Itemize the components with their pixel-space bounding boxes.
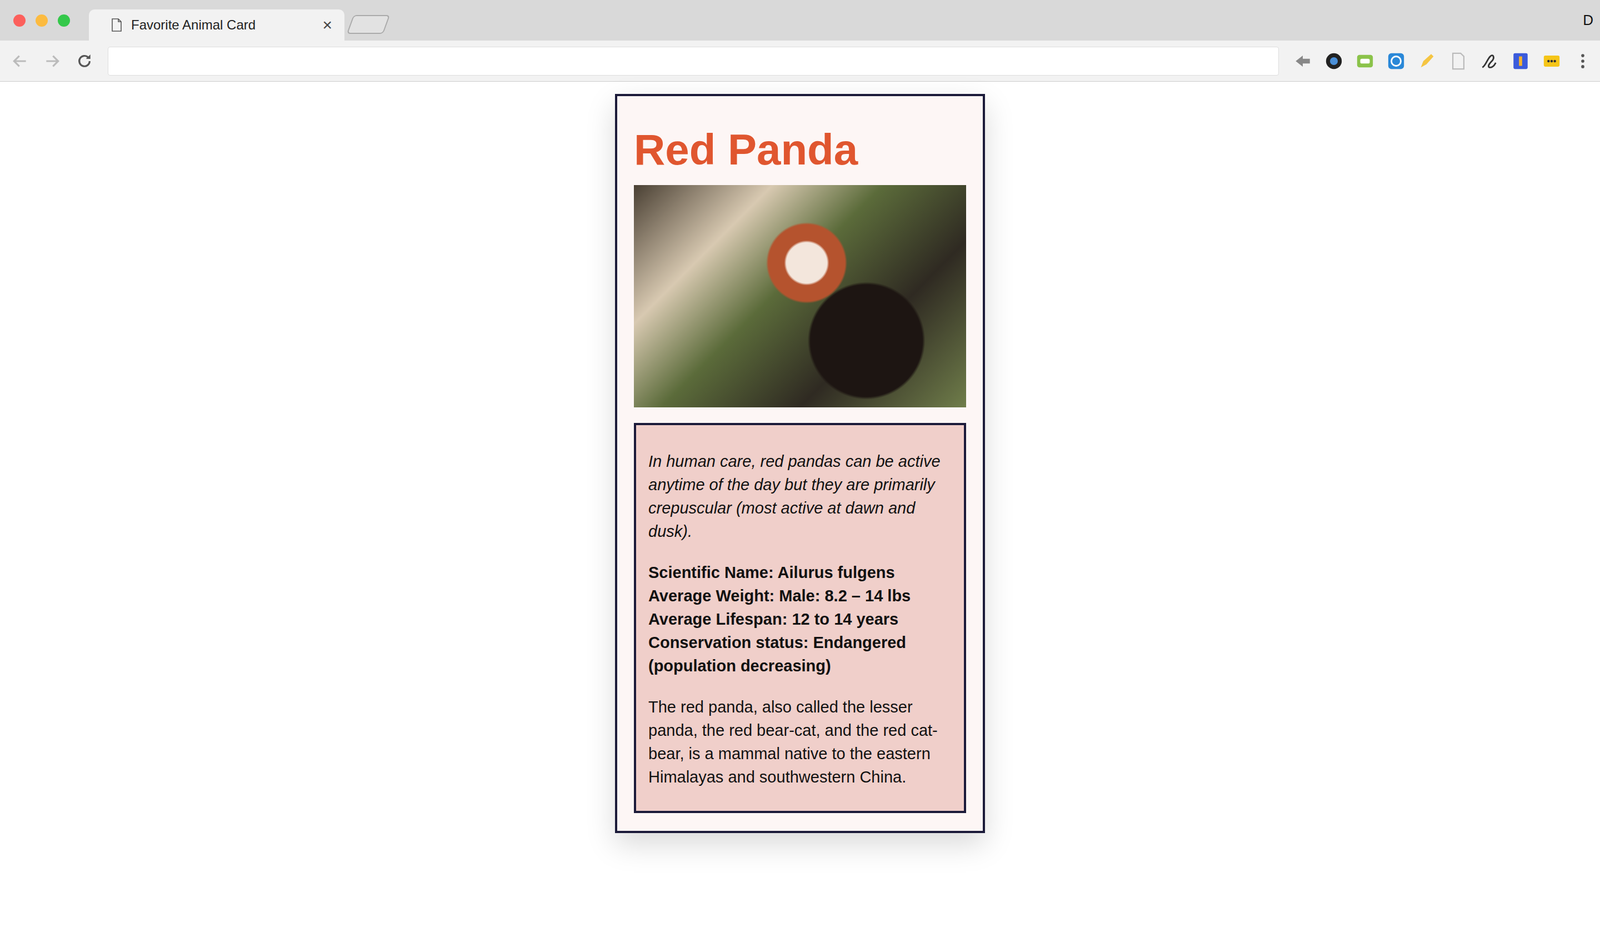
red-panda-photo (633, 185, 967, 408)
compass-icon[interactable] (1386, 51, 1406, 71)
fact-item: Scientific Name: Ailurus fulgens (648, 560, 952, 584)
reload-icon[interactable] (75, 52, 94, 70)
password-icon[interactable] (1542, 51, 1562, 71)
back-arrow-icon[interactable] (11, 52, 29, 70)
toolbar (0, 40, 1600, 82)
share-arrow-icon[interactable] (1293, 51, 1313, 71)
fact-item: Average Lifespan: 12 to 14 years (648, 607, 952, 631)
signature-icon[interactable] (1480, 51, 1499, 71)
pencil-icon[interactable] (1417, 51, 1437, 71)
card-description: The red panda, also called the lesser pa… (648, 695, 952, 789)
browser-window: Favorite Animal Card × D Red Panda In hu… (0, 0, 1600, 927)
close-window-icon[interactable] (13, 14, 26, 27)
window-controls (0, 14, 80, 27)
animal-card: Red Panda In human care, red pandas can … (615, 93, 985, 833)
card-title: Red Panda (633, 126, 967, 174)
page: Red Panda In human care, red pandas can … (0, 81, 1600, 927)
card-note: In human care, red pandas can be active … (648, 449, 952, 543)
menu-icon[interactable] (1573, 51, 1593, 71)
color-picker-icon[interactable] (1324, 51, 1344, 71)
profile-label[interactable]: D (1582, 11, 1594, 29)
address-bar[interactable] (107, 46, 1279, 76)
info-box: In human care, red pandas can be active … (633, 422, 967, 813)
green-extension-icon[interactable] (1355, 51, 1375, 71)
forward-arrow-icon[interactable] (43, 52, 62, 70)
blue-extension-icon[interactable] (1511, 51, 1530, 71)
fact-list: Scientific Name: Ailurus fulgensAverage … (648, 560, 952, 678)
minimize-window-icon[interactable] (35, 14, 48, 27)
document-icon[interactable] (1448, 51, 1468, 71)
fact-item: Average Weight: Male: 8.2 – 14 lbs (648, 583, 952, 608)
tab-close-button[interactable]: × (322, 15, 333, 35)
page-icon (111, 18, 123, 32)
tab-strip: Favorite Animal Card × D (0, 0, 1600, 41)
new-tab-button[interactable] (346, 15, 390, 34)
tab[interactable]: Favorite Animal Card × (88, 9, 345, 41)
extensions (1293, 51, 1593, 71)
fact-item: Conservation status: Endangered (populat… (648, 630, 952, 678)
zoom-window-icon[interactable] (57, 14, 70, 27)
